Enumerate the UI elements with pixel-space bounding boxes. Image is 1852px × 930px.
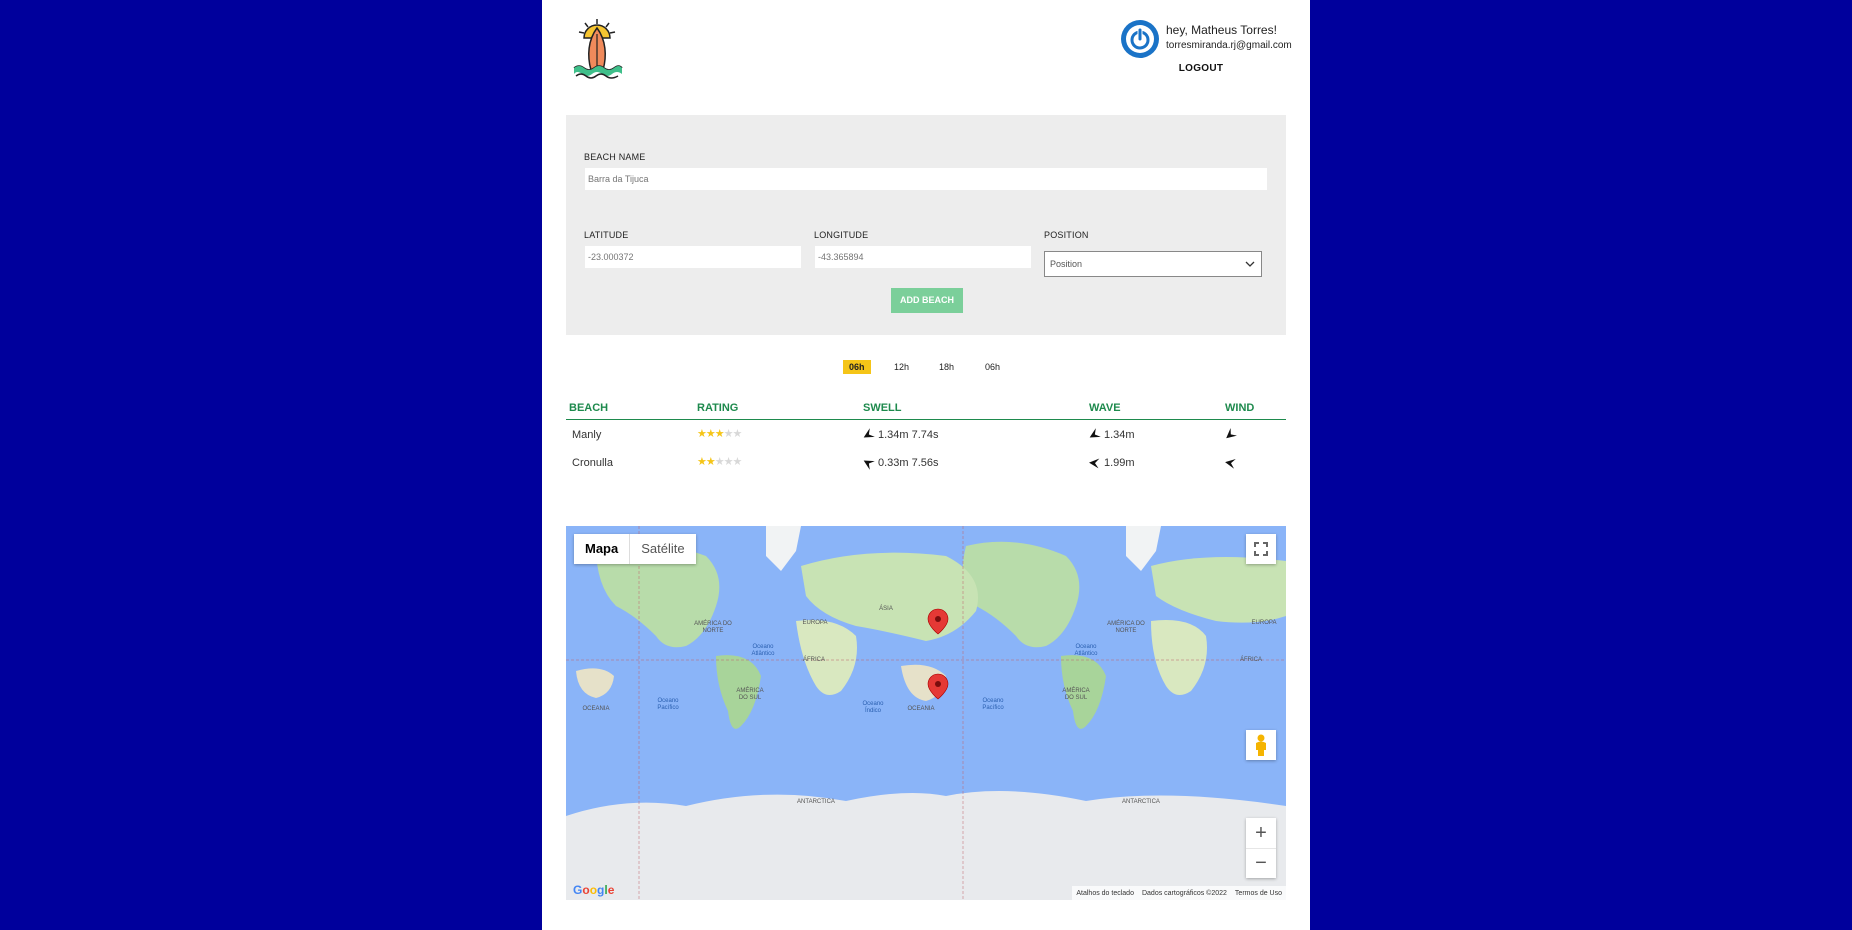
continent-label: ÁSIA [879, 606, 893, 612]
user-info: hey, Matheus Torres! torresmiranda.rj@gm… [1121, 20, 1296, 80]
map-background [566, 526, 1286, 900]
continent-label: ANTARCTICA [797, 799, 835, 805]
ocean-label: Oceano Atlântico [751, 644, 775, 657]
map-data-text: Dados cartográficos ©2022 [1141, 889, 1227, 897]
continent-label: AMÉRICA DO SUL [736, 688, 764, 701]
longitude-input[interactable] [814, 245, 1032, 269]
tab-12h[interactable]: 12h [888, 360, 915, 374]
continent-label: EUROPA [802, 620, 828, 626]
world-map[interactable]: AMÉRICA DO NORTE AMÉRICA DO NORTE EUROPA… [566, 526, 1286, 900]
tab-map[interactable]: Mapa [574, 534, 631, 564]
terms-link[interactable]: Termos de Uso [1231, 890, 1286, 897]
star-icon: ★ [714, 428, 725, 440]
street-view-button[interactable] [1246, 730, 1276, 760]
ocean-label: Oceano Índico [862, 701, 884, 714]
header-swell: SWELL [863, 402, 902, 414]
wave-direction-icon [1089, 428, 1101, 438]
latitude-input[interactable] [584, 245, 802, 269]
swell-value: 1.34m 7.74s [878, 429, 939, 441]
time-tabs: 06h 12h 18h 06h [542, 360, 1310, 376]
wind-cell [1225, 457, 1240, 469]
continent-label: AMÉRICA DO NORTE [694, 621, 732, 634]
logout-button[interactable]: LOGOUT [1171, 63, 1231, 74]
longitude-label: LONGITUDE [814, 230, 869, 240]
beach-name-input[interactable] [584, 167, 1268, 191]
add-beach-button[interactable]: ADD BEACH [891, 288, 963, 313]
power-icon[interactable] [1121, 20, 1159, 58]
continent-label: ÁFRICA [802, 657, 825, 663]
position-select[interactable]: Position [1044, 251, 1262, 277]
tab-18h[interactable]: 18h [933, 360, 960, 374]
ocean-label: Oceano Pacífico [657, 698, 679, 711]
wind-direction-icon [1225, 459, 1236, 469]
wave-value: 1.34m [1104, 429, 1135, 441]
star-icon: ★ [697, 428, 707, 440]
continent-label: AMÉRICA DO SUL [1062, 688, 1090, 701]
star-icon: ★ [723, 456, 734, 468]
beach-name-cell: Cronulla [572, 457, 613, 469]
ocean-label: Oceano Pacífico [982, 698, 1004, 711]
continent-label: ÁFRICA [1239, 657, 1262, 663]
header-wave: WAVE [1089, 402, 1121, 414]
zoom-control: + − [1246, 818, 1276, 878]
beach-name-label: BEACH NAME [584, 152, 646, 162]
user-email: torresmiranda.rj@gmail.com [1166, 40, 1292, 51]
continent-label: AMÉRICA DO NORTE [1107, 621, 1145, 634]
star-icon: ★ [705, 456, 716, 468]
wave-direction-icon [1089, 458, 1100, 469]
greeting-text: hey, Matheus Torres! [1166, 23, 1277, 37]
fullscreen-icon [1254, 542, 1268, 556]
swell-cell: 0.33m 7.56s [863, 457, 939, 470]
wave-cell: 1.34m [1089, 428, 1135, 441]
google-logo: Google [573, 883, 615, 897]
chevron-down-icon [1245, 261, 1255, 267]
zoom-out-button[interactable]: − [1246, 848, 1276, 878]
swell-value: 0.33m 7.56s [878, 457, 939, 469]
beach-name-cell: Manly [572, 429, 602, 441]
continent-label: ANTARCTICA [1122, 799, 1160, 805]
fullscreen-button[interactable] [1246, 534, 1276, 564]
swell-cell: 1.34m 7.74s [863, 428, 939, 441]
pegman-icon [1256, 734, 1266, 756]
wind-cell [1225, 428, 1240, 441]
header-wind: WIND [1225, 402, 1255, 414]
star-icon: ★ [714, 456, 725, 468]
star-icon: ★ [697, 456, 707, 468]
rating-stars: ★★★★★ [697, 455, 743, 468]
tab-06h[interactable]: 06h [843, 360, 871, 374]
tab-satellite[interactable]: Satélite [630, 534, 695, 564]
continent-label: OCEANIA [582, 706, 610, 712]
map-type-control: Mapa Satélite [574, 534, 696, 564]
continent-label: EUROPA [1251, 620, 1277, 626]
add-beach-form: BEACH NAME LATITUDE LONGITUDE POSITION P… [566, 115, 1286, 335]
star-icon: ★ [732, 456, 743, 468]
tab-06h-next[interactable]: 06h [979, 360, 1006, 374]
star-icon: ★ [732, 428, 743, 440]
position-select-value: Position [1050, 259, 1083, 269]
ocean-label: Oceano Atlântico [1074, 644, 1098, 657]
page-container: hey, Matheus Torres! torresmiranda.rj@gm… [542, 0, 1310, 930]
star-icon: ★ [723, 428, 734, 440]
latitude-label: LATITUDE [584, 230, 629, 240]
wind-direction-icon [1226, 428, 1238, 439]
swell-direction-icon [863, 460, 875, 470]
map-attribution: Atalhos do teclado Dados cartográficos ©… [1072, 886, 1286, 900]
header-beach: BEACH [569, 402, 609, 414]
swell-direction-icon [863, 428, 875, 438]
rating-stars: ★★★★★ [697, 427, 743, 440]
wave-cell: 1.99m [1089, 457, 1135, 469]
wave-value: 1.99m [1104, 457, 1135, 469]
position-label: POSITION [1044, 230, 1089, 240]
star-icon: ★ [705, 428, 716, 440]
keyboard-shortcuts-link[interactable]: Atalhos do teclado [1072, 890, 1138, 897]
surf-logo-icon [573, 19, 623, 79]
header-divider [566, 419, 1286, 420]
zoom-in-button[interactable]: + [1246, 818, 1276, 849]
continent-label: OCEANIA [907, 706, 935, 712]
header-rating: RATING [697, 402, 739, 414]
